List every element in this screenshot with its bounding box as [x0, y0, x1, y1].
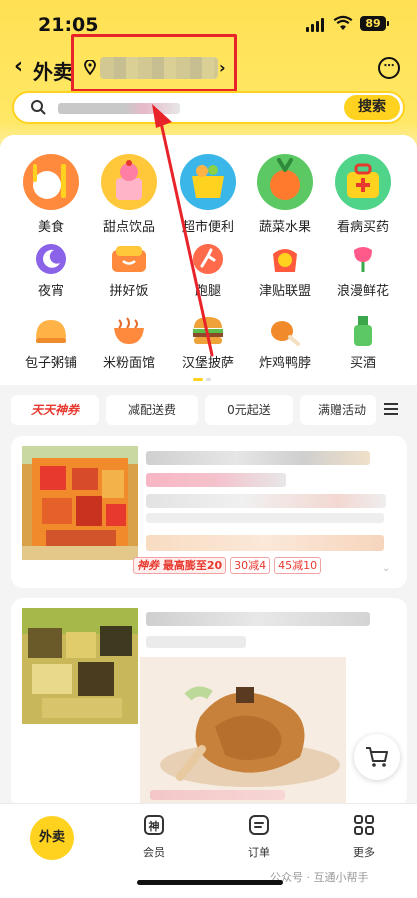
coupon-tag-row: 神券 最高膨至20 30减4 45减10	[133, 557, 322, 574]
store-meta2-redacted	[146, 513, 384, 523]
search-button[interactable]: 搜索	[344, 95, 400, 120]
cart-icon	[366, 747, 388, 767]
tab-member[interactable]: 神 会员	[124, 814, 184, 860]
annotation-arrow	[152, 104, 214, 357]
category-label: 浪漫鲜花	[336, 284, 389, 299]
fried-chicken-icon	[271, 321, 300, 346]
category-bun[interactable]: 包子粥铺	[11, 314, 91, 371]
home-indicator	[137, 880, 283, 885]
location-address-redacted[interactable]	[100, 57, 218, 79]
store-info-redacted	[146, 473, 286, 487]
search-icon	[31, 100, 46, 115]
top-nav: ‹ 外卖 › ⋯	[0, 34, 417, 92]
category-vegetable[interactable]: 蔬菜水果	[245, 152, 325, 235]
filter-chip-delivery[interactable]: 减配送费	[106, 395, 198, 425]
category-label: 包子粥铺	[24, 356, 77, 371]
location-chevron-icon[interactable]: ›	[219, 58, 226, 77]
filter-chip-coupon[interactable]: 天天神券	[11, 395, 99, 425]
cart-button[interactable]	[354, 734, 400, 780]
category-flower[interactable]: 浪漫鲜花	[323, 242, 403, 299]
liquor-icon	[354, 316, 372, 346]
store-meta-redacted	[146, 494, 386, 508]
medicine-icon	[335, 154, 391, 210]
group-meal-icon	[112, 246, 146, 272]
category-label: 津贴联盟	[258, 284, 311, 299]
filter-chip-min-order[interactable]: 0元起送	[205, 395, 293, 425]
category-subsidy[interactable]: 津贴联盟	[245, 242, 325, 299]
category-medicine[interactable]: 看病买药	[323, 152, 403, 235]
subsidy-icon	[273, 249, 297, 272]
vegetable-icon	[257, 154, 313, 210]
svg-text:神: 神	[149, 819, 160, 833]
store-name-redacted	[146, 612, 370, 626]
category-night-snack[interactable]: 夜宵	[11, 242, 91, 299]
category-pager	[193, 378, 211, 381]
flower-icon	[354, 247, 372, 272]
food-icon	[23, 154, 79, 210]
category-fried-chicken[interactable]: 炸鸡鸭脖	[245, 314, 325, 371]
discount-tag-2: 45减10	[274, 557, 322, 574]
promo-banner-redacted	[150, 790, 285, 800]
order-icon	[249, 815, 269, 835]
menu-icon[interactable]	[384, 403, 398, 418]
category-label: 夜宵	[37, 284, 64, 299]
tab-label: 更多	[353, 846, 375, 859]
category-label: 美食	[37, 220, 64, 235]
noodle-icon	[114, 317, 144, 344]
store-name-redacted	[146, 451, 370, 465]
category-label: 蔬菜水果	[258, 220, 311, 235]
page-title: 外卖	[33, 60, 73, 84]
back-chevron-icon[interactable]: ‹	[14, 54, 23, 79]
tab-more[interactable]: 更多	[334, 814, 394, 860]
store-thumbnail-redacted	[22, 608, 138, 724]
grid-icon	[354, 815, 374, 835]
cellular-signal-icon	[306, 18, 324, 32]
expand-chevron-icon[interactable]: ⌄	[382, 563, 390, 574]
location-pin-icon	[84, 60, 96, 75]
filter-bar: 天天神券 减配送费 0元起送 满赠活动	[0, 393, 417, 427]
tab-takeout[interactable]: 外卖	[30, 816, 74, 860]
fried-chicken-image	[140, 657, 346, 803]
bun-icon	[36, 320, 66, 343]
wifi-icon	[333, 15, 353, 30]
category-liquor[interactable]: 买酒	[323, 314, 403, 371]
store-info-redacted	[146, 636, 246, 648]
filter-chip-gift[interactable]: 满赠活动	[300, 395, 376, 425]
watermark: 公众号 · 互通小帮手	[270, 871, 369, 884]
discount-tag-1: 30减4	[230, 557, 271, 574]
category-label: 炸鸡鸭脖	[258, 356, 311, 371]
battery-indicator: 89	[360, 16, 389, 31]
store-thumbnail-redacted	[22, 446, 138, 560]
tab-label: 订单	[248, 846, 270, 859]
category-label: 看病买药	[336, 220, 389, 235]
night-snack-icon	[36, 244, 66, 274]
message-icon[interactable]: ⋯	[378, 57, 400, 79]
status-time: 21:05	[38, 14, 99, 36]
category-food[interactable]: 美食	[11, 152, 91, 235]
category-label: 买酒	[349, 356, 376, 371]
store-promo-redacted	[146, 535, 384, 551]
coupon-tag: 神券 最高膨至20	[133, 557, 227, 574]
member-icon: 神	[144, 815, 164, 835]
tab-order[interactable]: 订单	[229, 814, 289, 860]
tab-label: 会员	[143, 846, 165, 859]
food-photo	[140, 657, 346, 803]
